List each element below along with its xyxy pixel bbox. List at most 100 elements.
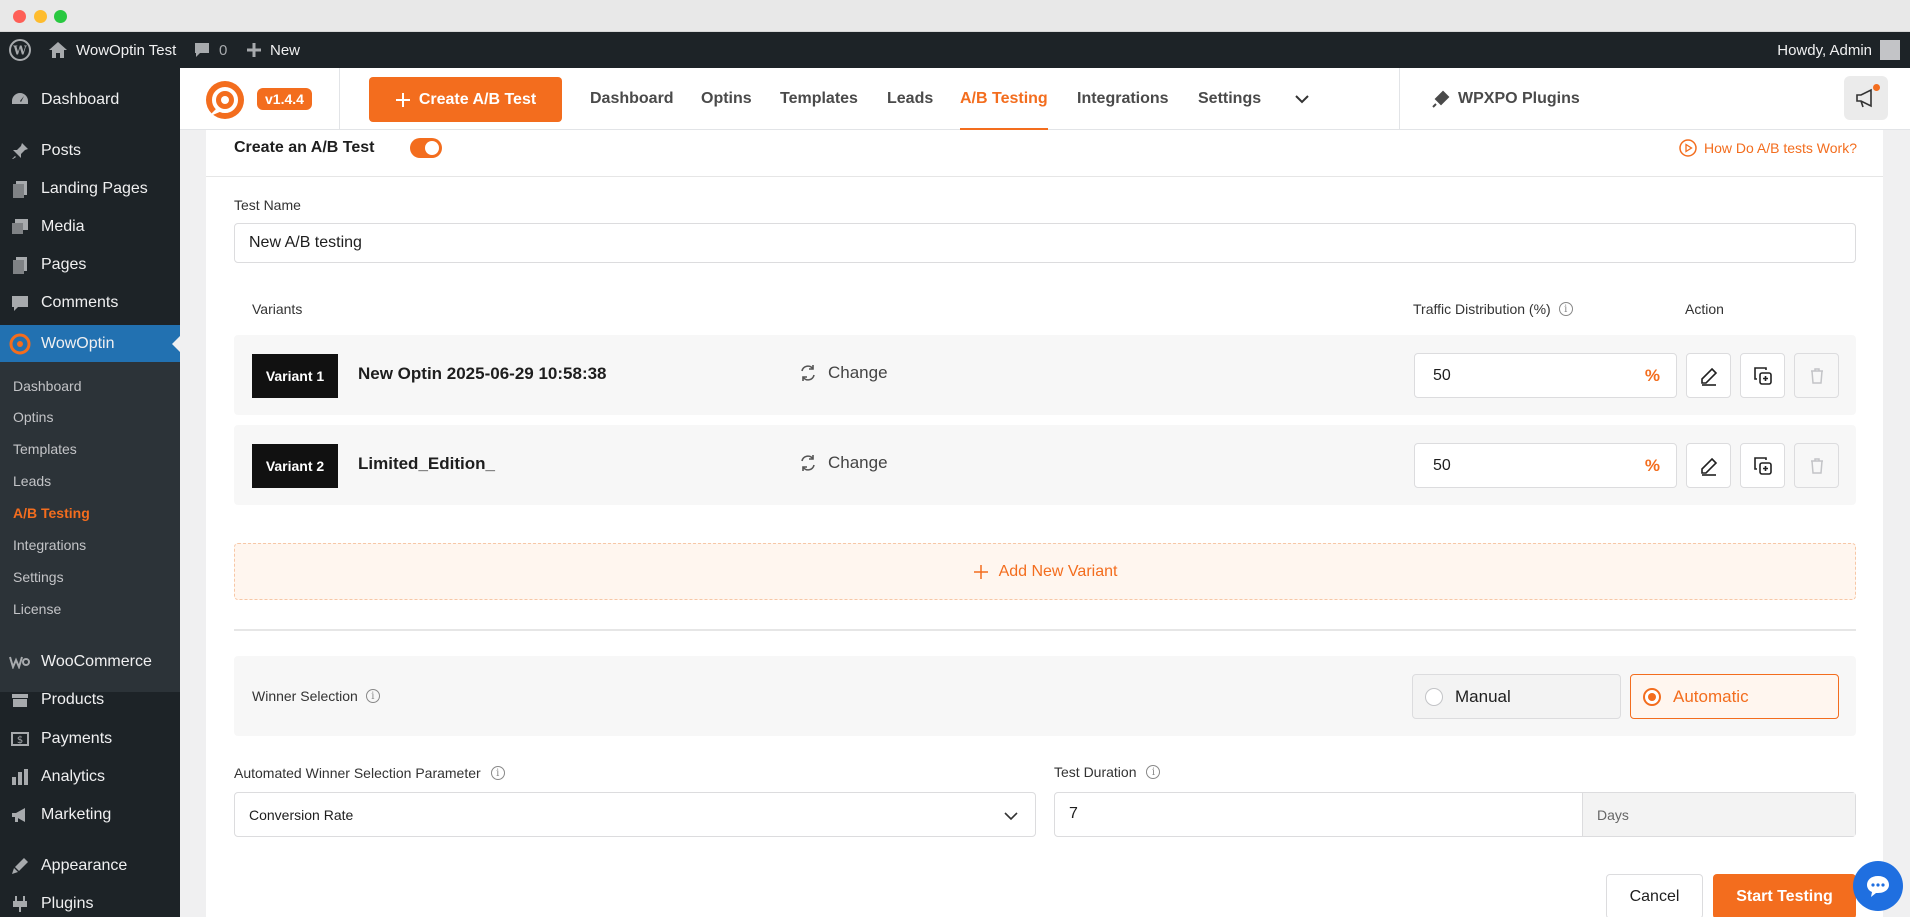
close-window-button[interactable] <box>13 10 26 23</box>
site-home-link[interactable]: WowOptin Test <box>48 32 176 68</box>
submenu-item-license[interactable]: License <box>13 601 61 617</box>
variants-header: Variants <box>252 301 303 317</box>
tab-integrations[interactable]: Integrations <box>1077 68 1169 130</box>
test-name-input[interactable]: New A/B testing <box>234 223 1856 263</box>
sidebar-item-label: Landing Pages <box>41 180 148 197</box>
select-value: Conversion Rate <box>249 806 354 823</box>
sidebar-item-label: WowOptin <box>41 335 115 352</box>
sidebar-item-marketing[interactable]: Marketing <box>0 796 180 834</box>
tab-leads[interactable]: Leads <box>887 68 933 130</box>
how-ab-tests-work-link[interactable]: How Do A/B tests Work? <box>1679 139 1857 157</box>
create-ab-test-button[interactable]: Create A/B Test <box>369 77 562 122</box>
winner-selection-label: Winner Selection i <box>252 688 380 704</box>
sidebar-item-plugins[interactable]: Plugins <box>0 885 180 917</box>
test-duration-input[interactable]: 7 Days <box>1054 792 1856 837</box>
sidebar-item-pages[interactable]: Pages <box>0 246 180 284</box>
media-icon <box>9 216 31 238</box>
duplicate-variant-button[interactable] <box>1740 443 1785 488</box>
sidebar-item-appearance[interactable]: Appearance <box>0 847 180 885</box>
param-label: Automated Winner Selection Parameter i <box>234 765 505 781</box>
maximize-window-button[interactable] <box>54 10 67 23</box>
add-new-variant-button[interactable]: Add New Variant <box>234 543 1856 600</box>
change-variant-button[interactable]: Change <box>798 453 888 473</box>
start-testing-button[interactable]: Start Testing <box>1713 874 1856 917</box>
trash-icon <box>1810 457 1823 474</box>
sidebar-item-analytics[interactable]: Analytics <box>0 758 180 796</box>
info-icon[interactable]: i <box>1558 302 1573 316</box>
traffic-input[interactable]: 50 % <box>1414 353 1677 398</box>
submenu-item-leads[interactable]: Leads <box>13 473 51 489</box>
submenu-item-dashboard[interactable]: Dashboard <box>13 378 82 394</box>
pin-icon <box>9 140 31 162</box>
svg-text:W: W <box>12 44 27 58</box>
duplicate-variant-button[interactable] <box>1740 353 1785 398</box>
new-label: New <box>270 41 301 59</box>
edit-variant-button[interactable] <box>1686 353 1731 398</box>
submenu-item-templates[interactable]: Templates <box>13 441 77 457</box>
info-icon[interactable]: i <box>365 689 380 703</box>
sidebar-item-label: Marketing <box>41 806 112 823</box>
account-menu[interactable]: Howdy, Admin <box>1777 32 1900 68</box>
trash-icon <box>1810 367 1823 384</box>
change-variant-button[interactable]: Change <box>798 363 888 383</box>
wpxpo-plugins-link[interactable]: WPXPO Plugins <box>1432 68 1580 130</box>
winner-option-automatic[interactable]: Automatic <box>1630 674 1839 719</box>
page-title: Create an A/B Test <box>234 139 375 156</box>
param-label-text: Automated Winner Selection Parameter <box>234 765 481 781</box>
tab-optins[interactable]: Optins <box>701 68 752 130</box>
variant-row: Variant 2 Limited_Edition_ Change 50 % <box>234 425 1856 505</box>
tab-dashboard[interactable]: Dashboard <box>590 68 674 130</box>
sidebar-item-posts[interactable]: Posts <box>0 132 180 170</box>
duration-label-text: Test Duration <box>1054 764 1137 780</box>
duration-label: Test Duration i <box>1054 764 1161 780</box>
info-icon[interactable]: i <box>1146 765 1161 779</box>
tab-settings[interactable]: Settings <box>1198 68 1261 130</box>
submenu-item-settings[interactable]: Settings <box>13 569 64 585</box>
tab-ab-testing[interactable]: A/B Testing <box>960 68 1048 130</box>
duplicate-icon <box>1753 456 1772 475</box>
wordpress-logo-icon[interactable]: W <box>9 32 31 68</box>
winner-parameter-select[interactable]: Conversion Rate <box>234 792 1036 837</box>
howdy-text: Howdy, Admin <box>1777 41 1872 59</box>
sidebar-item-wowoptin[interactable]: WowOptin <box>0 325 180 363</box>
sidebar-item-payments[interactable]: $ Payments <box>0 720 180 758</box>
play-circle-icon <box>1679 139 1697 157</box>
chevron-down-icon[interactable] <box>1294 91 1310 107</box>
submenu-item-integrations[interactable]: Integrations <box>13 537 86 553</box>
sidebar-item-media[interactable]: Media <box>0 208 180 246</box>
card-header: Create an A/B Test How Do A/B tests Work… <box>206 130 1883 177</box>
analytics-icon <box>9 766 31 788</box>
traffic-input[interactable]: 50 % <box>1414 443 1677 488</box>
chat-support-button[interactable] <box>1853 861 1903 911</box>
minimize-window-button[interactable] <box>34 10 47 23</box>
info-icon[interactable]: i <box>490 766 505 780</box>
delete-variant-button[interactable] <box>1794 443 1839 488</box>
new-content-link[interactable]: New <box>246 32 300 68</box>
sidebar-item-landing-pages[interactable]: Landing Pages <box>0 170 180 208</box>
tab-templates[interactable]: Templates <box>780 68 858 130</box>
action-header: Action <box>1685 301 1724 317</box>
edit-variant-button[interactable] <box>1686 443 1731 488</box>
sidebar-item-woocommerce[interactable]: WooCommerce <box>0 643 180 681</box>
delete-variant-button[interactable] <box>1794 353 1839 398</box>
sidebar-item-products[interactable]: Products <box>0 681 180 719</box>
wowoptin-logo-icon[interactable] <box>204 79 246 121</box>
winner-option-manual[interactable]: Manual <box>1412 674 1621 719</box>
submenu-item-ab-testing[interactable]: A/B Testing <box>13 505 90 521</box>
plus-icon <box>973 564 988 579</box>
help-link-label: How Do A/B tests Work? <box>1703 140 1857 156</box>
sidebar-item-comments[interactable]: Comments <box>0 284 180 322</box>
cancel-button[interactable]: Cancel <box>1606 874 1703 917</box>
comments-link[interactable]: 0 <box>193 32 227 68</box>
submenu-item-optins[interactable]: Optins <box>13 409 53 425</box>
plugin-header: v1.4.4 Create A/B Test Dashboard Optins … <box>180 68 1910 130</box>
automatic-label: Automatic <box>1673 686 1749 706</box>
sidebar-item-dashboard[interactable]: Dashboard <box>0 81 180 119</box>
sidebar-item-label: Appearance <box>41 857 128 874</box>
variant-name: Limited_Edition_ <box>358 454 495 473</box>
page-icon <box>9 254 31 276</box>
announcement-button[interactable] <box>1844 76 1888 120</box>
ab-test-toggle[interactable] <box>410 138 442 158</box>
woo-icon <box>9 651 31 673</box>
sidebar-item-label: Pages <box>41 256 87 273</box>
